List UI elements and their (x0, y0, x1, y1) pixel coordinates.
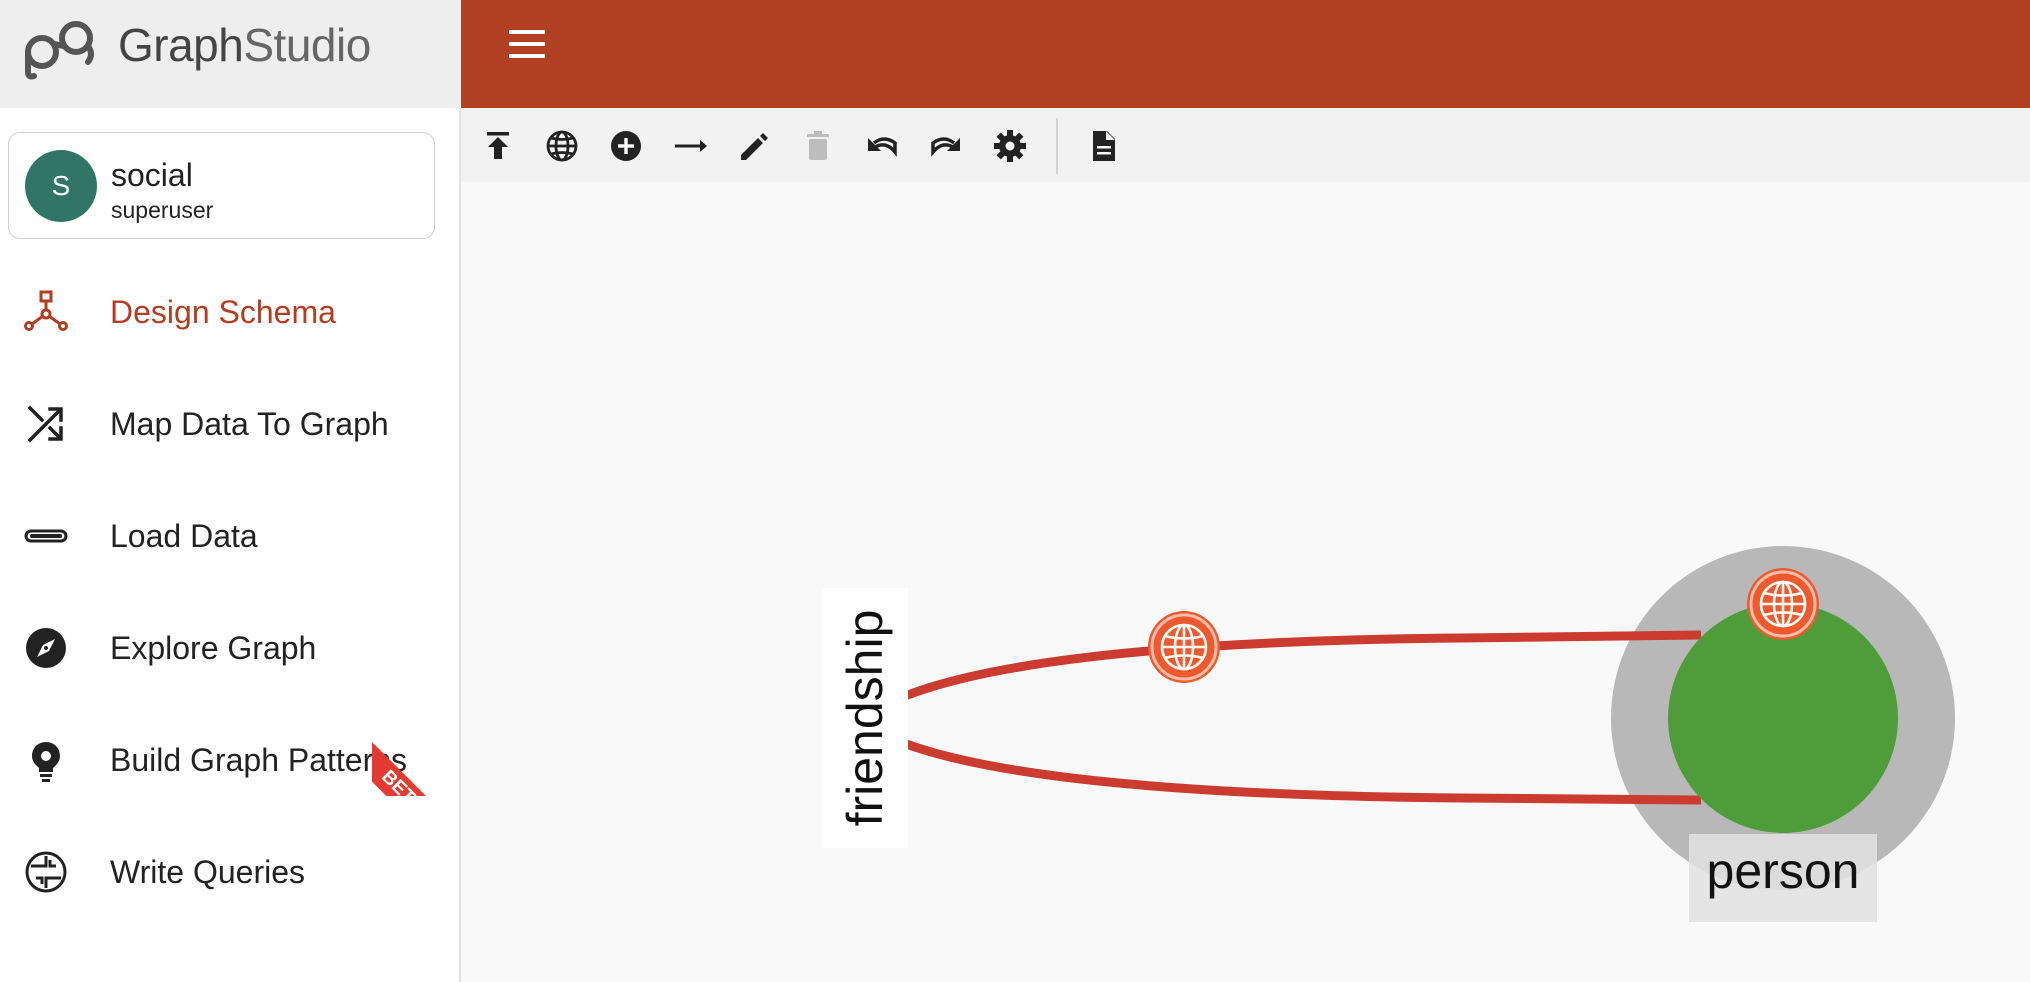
nav-label: Design Schema (110, 293, 336, 330)
user-role: superuser (111, 197, 214, 223)
settings-icon (994, 130, 1026, 162)
nav-label: Explore Graph (110, 629, 317, 666)
logo-area: GraphStudio (0, 0, 461, 108)
settings-button[interactable] (990, 126, 1030, 166)
schema-icon (24, 290, 68, 331)
nav-label: Write Queries (110, 853, 306, 890)
schema-toolbar (461, 108, 2030, 182)
add-edge-button[interactable] (670, 126, 710, 166)
progress-icon (24, 529, 68, 543)
sidebar: GraphStudio S social superuser Design Sc… (0, 0, 461, 982)
delete-button[interactable] (798, 126, 838, 166)
undo-button[interactable] (862, 126, 902, 166)
vertex-globe-marker-icon[interactable] (1747, 568, 1819, 640)
vertex-label-person[interactable]: person (1689, 842, 1877, 900)
schema-canvas[interactable]: friendship person (461, 182, 2030, 982)
user-card[interactable]: S social superuser (8, 132, 435, 239)
add-edge-icon (675, 140, 707, 152)
beta-badge: BETA (372, 716, 452, 796)
edit-icon (741, 133, 768, 160)
nav-label: Map Data To Graph (110, 405, 389, 442)
top-bar (461, 0, 2030, 108)
publish-button[interactable] (478, 126, 518, 166)
menu-button[interactable] (509, 30, 555, 66)
lightbulb-icon (32, 742, 60, 782)
query-icon (25, 851, 67, 893)
publish-icon (487, 132, 509, 159)
user-name: social (111, 157, 193, 193)
toolbar-divider (1056, 118, 1058, 174)
redo-icon (931, 137, 960, 157)
nav-item-explore-graph[interactable]: Explore Graph (0, 592, 459, 704)
avatar: S (25, 150, 97, 222)
redo-button[interactable] (926, 126, 966, 166)
globe-button[interactable] (542, 126, 582, 166)
globe-icon (546, 130, 578, 162)
edge-friendship-upper[interactable] (889, 630, 1702, 707)
edit-button[interactable] (734, 126, 774, 166)
document-button[interactable] (1083, 126, 1123, 166)
undo-icon (868, 137, 897, 157)
document-icon (1093, 131, 1115, 161)
app-title: GraphStudio (118, 19, 371, 71)
delete-icon (807, 131, 829, 160)
beta-ribbon: BETA (372, 736, 452, 796)
nav-item-design-schema[interactable]: Design Schema (0, 256, 459, 368)
graphstudio-logo-icon (25, 21, 94, 80)
edge-friendship-lower[interactable] (889, 733, 1702, 805)
shuffle-icon (27, 405, 63, 443)
nav-item-map-data[interactable]: Map Data To Graph (0, 368, 459, 480)
edge-globe-marker-icon[interactable] (1148, 611, 1220, 683)
add-vertex-icon (611, 131, 641, 161)
nav-label: Load Data (110, 517, 258, 554)
nav-item-load-data[interactable]: Load Data (0, 480, 459, 592)
nav-label: Build Graph Patterns (110, 741, 408, 778)
edge-label-friendship[interactable]: friendship (836, 610, 894, 827)
compass-icon (26, 628, 66, 668)
nav-item-write-queries[interactable]: Write Queries (0, 816, 459, 928)
add-vertex-button[interactable] (606, 126, 646, 166)
